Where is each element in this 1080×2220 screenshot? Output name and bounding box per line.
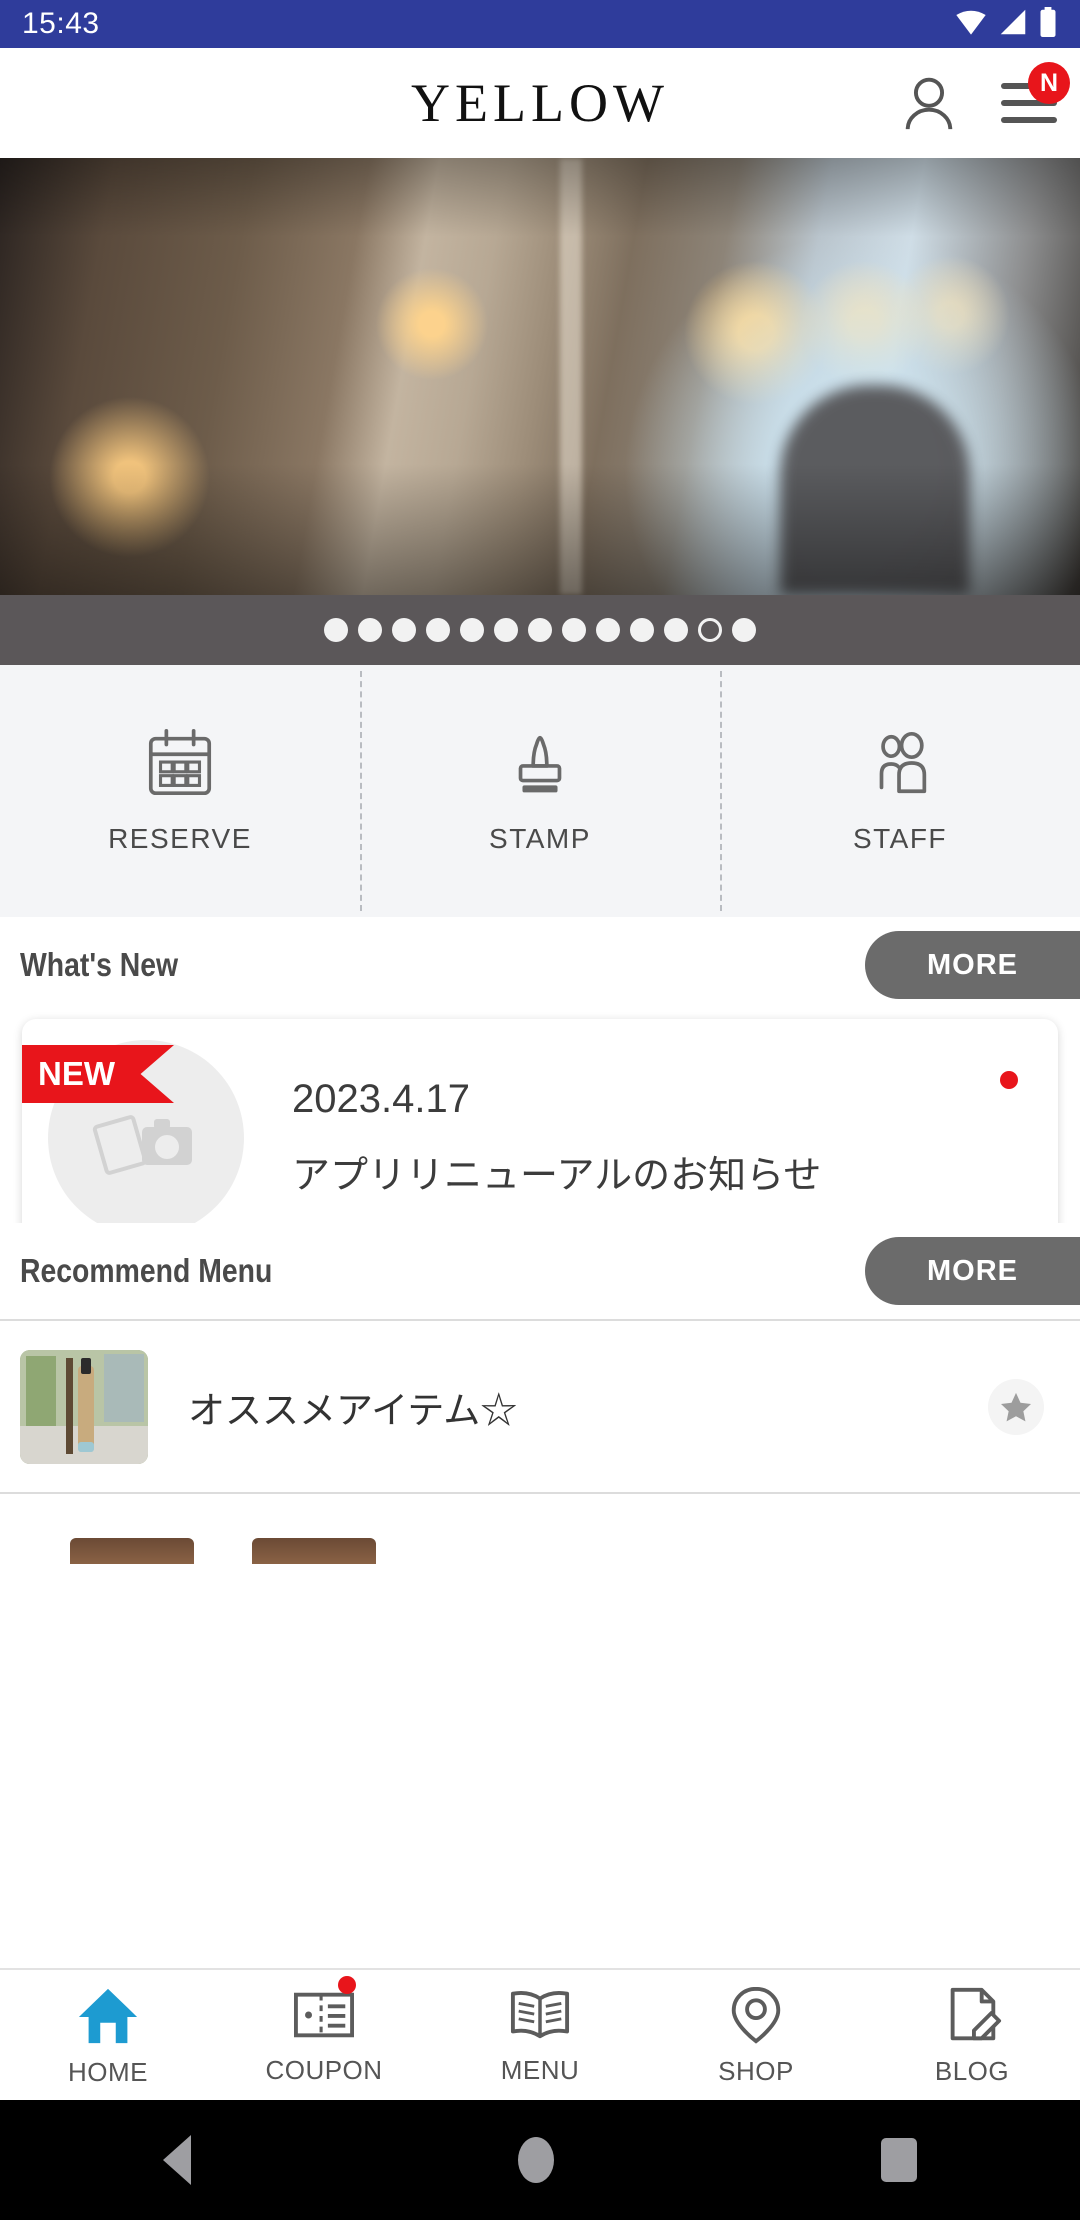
star-icon (1001, 1392, 1031, 1421)
news-date: 2023.4.17 (292, 1077, 470, 1121)
quick-action-stamp[interactable]: STAMP (360, 665, 720, 917)
nav-item-shop[interactable]: SHOP (648, 1970, 864, 2100)
nav-item-menu[interactable]: MENU (432, 1970, 648, 2100)
recommend-item-title: オススメアイテム☆ (188, 1389, 518, 1431)
recommend-menu-header: Recommend Menu MORE (0, 1223, 1080, 1319)
carousel-dot[interactable] (732, 618, 756, 642)
person-icon (905, 77, 953, 130)
book-icon (510, 1990, 570, 2038)
header-actions: N (900, 62, 1070, 132)
quick-action-label: STAMP (489, 823, 591, 854)
wifi-icon (954, 8, 988, 41)
carousel-dot[interactable] (324, 618, 348, 642)
photo-placeholder-icon (92, 1115, 192, 1175)
nav-label: BLOG (934, 2055, 1010, 2086)
news-content: 2023.4.17 アプリリニューアルのお知らせ (292, 1077, 821, 1199)
carousel-dot[interactable] (460, 618, 484, 642)
home-icon (78, 1988, 138, 2043)
status-bar-icons (954, 6, 1058, 42)
recommend-item-thumbnail (70, 1538, 194, 1564)
carousel-dot[interactable] (698, 618, 722, 642)
quick-actions: RESERVE STAMP STAFF (0, 665, 1080, 917)
carousel-dot[interactable] (528, 618, 552, 642)
whats-new-section: What's New MORE NEW 2023.4.17 アプリリニューアルの… (0, 917, 1080, 1257)
app-screen: 15:43 YELLOW N RESERVE STAMP STAFF What'… (0, 0, 1080, 2220)
news-title: アプリリニューアルのお知らせ (292, 1155, 822, 1197)
recommend-item-thumbnail (252, 1538, 376, 1564)
recommend-menu-section: Recommend Menu MORE オススメアイテム☆ (0, 1223, 1080, 1564)
quick-action-reserve[interactable]: RESERVE (0, 665, 360, 917)
back-triangle-icon[interactable] (163, 2135, 192, 2185)
carousel-dot[interactable] (596, 618, 620, 642)
recents-square-icon[interactable] (880, 2138, 917, 2182)
recommend-menu-more-button[interactable]: MORE (865, 1237, 1080, 1305)
carousel-dot[interactable] (358, 618, 382, 642)
carousel-indicator[interactable] (0, 595, 1080, 665)
carousel-dot[interactable] (562, 618, 586, 642)
people-icon (879, 731, 927, 794)
nav-item-coupon[interactable]: COUPON (216, 1970, 432, 2100)
quick-action-staff[interactable]: STAFF (720, 665, 1080, 917)
news-unread-indicator (1000, 1071, 1018, 1089)
recommend-menu-title: Recommend Menu (20, 1252, 273, 1289)
news-item[interactable]: NEW 2023.4.17 アプリリニューアルのお知らせ (22, 1019, 1058, 1257)
document-pencil-icon (950, 1987, 1002, 2040)
nav-label: HOME (68, 2056, 148, 2087)
quick-action-label: STAFF (852, 823, 948, 854)
status-bar: 15:43 (0, 0, 1080, 48)
menu-button[interactable]: N (1000, 62, 1070, 132)
nav-label: MENU (500, 2054, 580, 2085)
recommend-menu-item[interactable]: オススメアイテム☆ (0, 1319, 1080, 1494)
home-circle-icon[interactable] (517, 2137, 554, 2183)
map-pin-icon (731, 1986, 781, 2044)
favorite-button[interactable] (988, 1378, 1044, 1435)
status-bar-time: 15:43 (22, 7, 100, 40)
recommend-item-thumbnail (20, 1349, 148, 1464)
calendar-icon (148, 729, 212, 796)
android-system-nav (0, 2100, 1080, 2220)
recommend-menu-item-partial[interactable] (0, 1494, 1080, 1564)
app-header: YELLOW N (0, 48, 1080, 158)
account-button[interactable] (900, 74, 958, 132)
quick-action-label: RESERVE (108, 823, 252, 854)
hero-overlay (0, 158, 1080, 595)
hero-carousel[interactable] (0, 158, 1080, 595)
whats-new-title: What's New (20, 946, 179, 983)
stamp-icon (518, 735, 562, 793)
bottom-navigation: HOME COUPON MENU SHOP BLOG (0, 1968, 1080, 2100)
carousel-dot[interactable] (494, 618, 518, 642)
battery-icon (1038, 6, 1058, 42)
menu-notification-badge: N (1028, 62, 1070, 104)
nav-label: COUPON (265, 2054, 383, 2085)
nav-label: SHOP (718, 2055, 794, 2086)
whats-new-header: What's New MORE (0, 917, 1080, 1013)
whats-new-more-button[interactable]: MORE (865, 931, 1080, 999)
nav-badge-coupon (338, 1976, 356, 1994)
signal-icon (998, 8, 1028, 41)
carousel-dot[interactable] (392, 618, 416, 642)
carousel-dot[interactable] (664, 618, 688, 642)
nav-item-home[interactable]: HOME (0, 1970, 216, 2100)
carousel-dot[interactable] (630, 618, 654, 642)
carousel-dot[interactable] (426, 618, 450, 642)
nav-item-blog[interactable]: BLOG (864, 1970, 1080, 2100)
